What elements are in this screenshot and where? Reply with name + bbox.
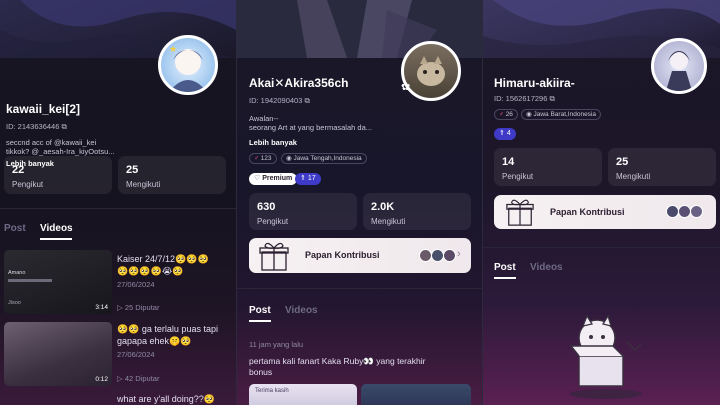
contribution-label: Papan Kontribusi: [305, 250, 380, 260]
video-title[interactable]: 🥺🥺 ga terlalu puas tapi: [117, 324, 218, 335]
premium-badge[interactable]: ♡ Premium: [249, 173, 298, 185]
video-title[interactable]: Kaiser 24/7/12🥺🥺🥺: [117, 254, 209, 265]
followers-count: 22: [12, 164, 25, 176]
contribution-board[interactable]: Papan Kontribusi ›: [249, 238, 471, 273]
empty-state-icon: [569, 314, 642, 399]
followers-box[interactable]: 14 Pengikut: [494, 148, 602, 186]
heart-icon: ♡: [254, 175, 261, 182]
location-chip: ◉ Jawa Barat,Indonesia: [521, 109, 601, 120]
tab-videos[interactable]: Videos: [530, 262, 563, 273]
following-label: Mengikuti: [616, 172, 651, 181]
followers-label: Pengikut: [502, 172, 534, 181]
following-count: 25: [126, 164, 139, 176]
profile-avatar[interactable]: [651, 38, 707, 94]
user-id[interactable]: ID: 1562617296 ⧉: [494, 94, 555, 104]
post-image[interactable]: [361, 384, 471, 405]
post-text: bonus: [249, 367, 273, 377]
contributor-avatar: [690, 205, 703, 218]
location-icon: ◉: [526, 111, 532, 118]
video-thumbnail[interactable]: 0:12: [4, 322, 112, 386]
username: kawaii_kei[2]: [6, 102, 81, 116]
following-label: Mengikuti: [126, 180, 161, 189]
following-box[interactable]: 2.0K Mengikuti: [363, 193, 471, 230]
post-image-caption: Terima kasih: [255, 388, 289, 394]
avatar-illustration: ★: [169, 45, 207, 92]
tab-underline: [494, 277, 516, 279]
flower-icon: ✿: [401, 81, 411, 93]
bio-line: seorang Art at yang bermasalah da...: [249, 123, 372, 132]
user-id[interactable]: ID: 1942090403 ⧉: [249, 96, 310, 106]
video-views: ▷ 25 Diputar: [117, 303, 160, 312]
contribution-label: Papan Kontribusi: [550, 207, 625, 217]
gender-age-chip: ♂ 26: [494, 109, 518, 120]
location-icon: ◉: [286, 155, 292, 162]
video-date: 27/06/2024: [117, 350, 155, 359]
profile-panel-3: Himaru-akiira- ID: 1562617296 ⧉ ♂ 26 ◉ J…: [483, 0, 720, 405]
video-emoji-line: 🥺🥺🥺🥺😭🥺: [117, 266, 184, 276]
more-link[interactable]: Lebih banyak: [249, 138, 297, 147]
video-duration: 0:12: [95, 376, 108, 383]
level-badge[interactable]: ⇑ 4: [494, 128, 516, 140]
tab-post[interactable]: Post: [4, 223, 26, 234]
followers-count: 14: [502, 156, 515, 168]
followers-box[interactable]: 22 Pengikut: [4, 156, 112, 194]
following-count: 2.0K: [371, 201, 395, 213]
post-time: 11 jam yang lalu: [249, 340, 304, 349]
chevron-right-icon: ›: [457, 248, 461, 260]
gender-icon: ♂: [499, 111, 504, 118]
username: Akai✕Akira356ch: [249, 76, 349, 90]
followers-label: Pengikut: [257, 217, 289, 226]
tab-post[interactable]: Post: [249, 305, 271, 316]
copy-icon[interactable]: ⧉: [304, 96, 309, 105]
profile-avatar[interactable]: ★: [158, 35, 218, 95]
video-date: 27/06/2024: [117, 280, 155, 289]
post-text[interactable]: pertama kali fanart Kaka Ruby👀 yang tera…: [249, 356, 425, 367]
avatar-illustration: [666, 51, 692, 91]
play-icon: ▷: [117, 374, 123, 383]
tab-videos[interactable]: Videos: [285, 305, 318, 316]
gift-icon: [259, 242, 289, 271]
thumb-label: Jisoo: [8, 300, 21, 306]
tab-underline: [249, 320, 271, 322]
copy-icon[interactable]: ⧉: [549, 94, 554, 103]
tab-underline: [40, 238, 72, 240]
post-image[interactable]: Terima kasih: [249, 384, 357, 405]
followers-box[interactable]: 630 Pengikut: [249, 193, 357, 230]
video-views: ▷ 42 Diputar: [117, 374, 160, 383]
profile-panel-2: ✿ Akai✕Akira356ch ID: 1942090403 ⧉ Awala…: [237, 0, 482, 405]
user-id[interactable]: ID: 2143636446 ⧉: [6, 122, 67, 132]
video-emoji-line: gapapa ehek🤫🥺: [117, 336, 192, 346]
avatar-photo: [417, 56, 445, 86]
profile-panel-1: ★ kawaii_kei[2] ID: 2143636446 ⧉ seccnd …: [0, 0, 236, 405]
gender-icon: ♂: [254, 155, 259, 162]
followers-label: Pengikut: [12, 180, 44, 189]
gender-age-chip: ♂ 123: [249, 153, 277, 164]
location-chip: ◉ Jawa Tengah,Indonesia: [281, 153, 367, 164]
level-icon: ⇑: [300, 175, 306, 182]
following-box[interactable]: 25 Mengikuti: [608, 148, 716, 186]
contribution-board[interactable]: Papan Kontribusi: [494, 195, 716, 229]
following-box[interactable]: 25 Mengikuti: [118, 156, 226, 194]
divider: [237, 288, 482, 289]
svg-text:★: ★: [169, 45, 177, 55]
video-duration: 3:14: [95, 304, 108, 311]
following-label: Mengikuti: [371, 217, 406, 226]
level-badge[interactable]: ⇑ 17: [295, 173, 321, 185]
divider: [483, 247, 720, 248]
copy-icon[interactable]: ⧉: [61, 122, 66, 131]
thumb-title: Amano: [8, 270, 26, 276]
tab-videos[interactable]: Videos: [40, 223, 73, 234]
following-count: 25: [616, 156, 629, 168]
tab-post[interactable]: Post: [494, 262, 516, 273]
divider: [0, 208, 236, 209]
level-icon: ⇑: [499, 130, 505, 137]
followers-count: 630: [257, 201, 276, 213]
username: Himaru-akiira-: [494, 76, 575, 90]
video-thumbnail[interactable]: Amano Jisoo 3:14: [4, 250, 112, 314]
gift-icon: [506, 199, 534, 226]
contributor-avatar: [443, 249, 456, 262]
play-icon: ▷: [117, 303, 123, 312]
video-title[interactable]: what are y'all doing??🥺: [117, 394, 215, 405]
